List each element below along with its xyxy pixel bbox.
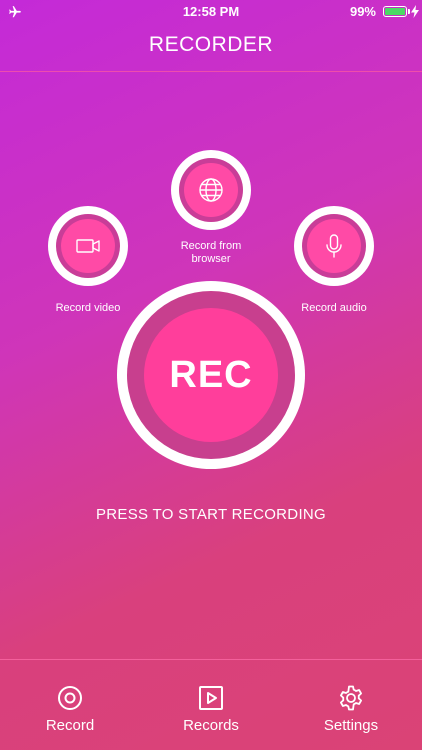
tab-record-label: Record (45, 717, 95, 734)
tab-records[interactable]: Records (156, 684, 266, 734)
record-icon (58, 686, 82, 710)
tab-settings-label: Settings (323, 717, 379, 734)
globe-icon (199, 178, 223, 202)
gear-icon (340, 685, 362, 711)
record-audio-core (307, 219, 361, 273)
record-audio-button[interactable] (294, 206, 374, 286)
record-audio-ring (302, 214, 366, 278)
tab-record[interactable]: Record (15, 684, 125, 734)
rec-button[interactable]: REC (117, 281, 305, 469)
record-browser-label-line2: browser (191, 253, 231, 265)
record-video-label: Record video (55, 302, 121, 314)
record-video-core (61, 219, 115, 273)
record-audio-label: Record audio (301, 302, 367, 314)
charging-bolt-icon (411, 5, 419, 18)
rec-ring: REC (127, 291, 295, 459)
rec-button-label: REC (144, 308, 278, 442)
play-square-icon (199, 686, 223, 710)
tab-bar-divider (0, 659, 422, 660)
status-bar: 12:58 PM 99% (0, 0, 422, 24)
battery-percent: 99% (349, 4, 376, 19)
tab-settings[interactable]: Settings (296, 684, 406, 734)
header-divider (0, 71, 422, 72)
battery-tip (408, 9, 410, 14)
battery-level-fill (385, 8, 405, 15)
record-browser-ring (179, 158, 243, 222)
record-video-button[interactable] (48, 206, 128, 286)
battery-icon (383, 6, 407, 17)
tab-records-label: Records (183, 717, 239, 734)
video-camera-icon (76, 239, 100, 253)
record-browser-core (184, 163, 238, 217)
page-title: RECORDER (148, 33, 274, 56)
record-browser-button[interactable] (171, 150, 251, 230)
record-browser-label-line1: Record from (180, 240, 242, 252)
record-video-ring (56, 214, 120, 278)
record-browser-label: Record from browser (151, 240, 271, 266)
microphone-icon (326, 234, 342, 258)
start-recording-hint: PRESS TO START RECORDING (95, 506, 327, 523)
